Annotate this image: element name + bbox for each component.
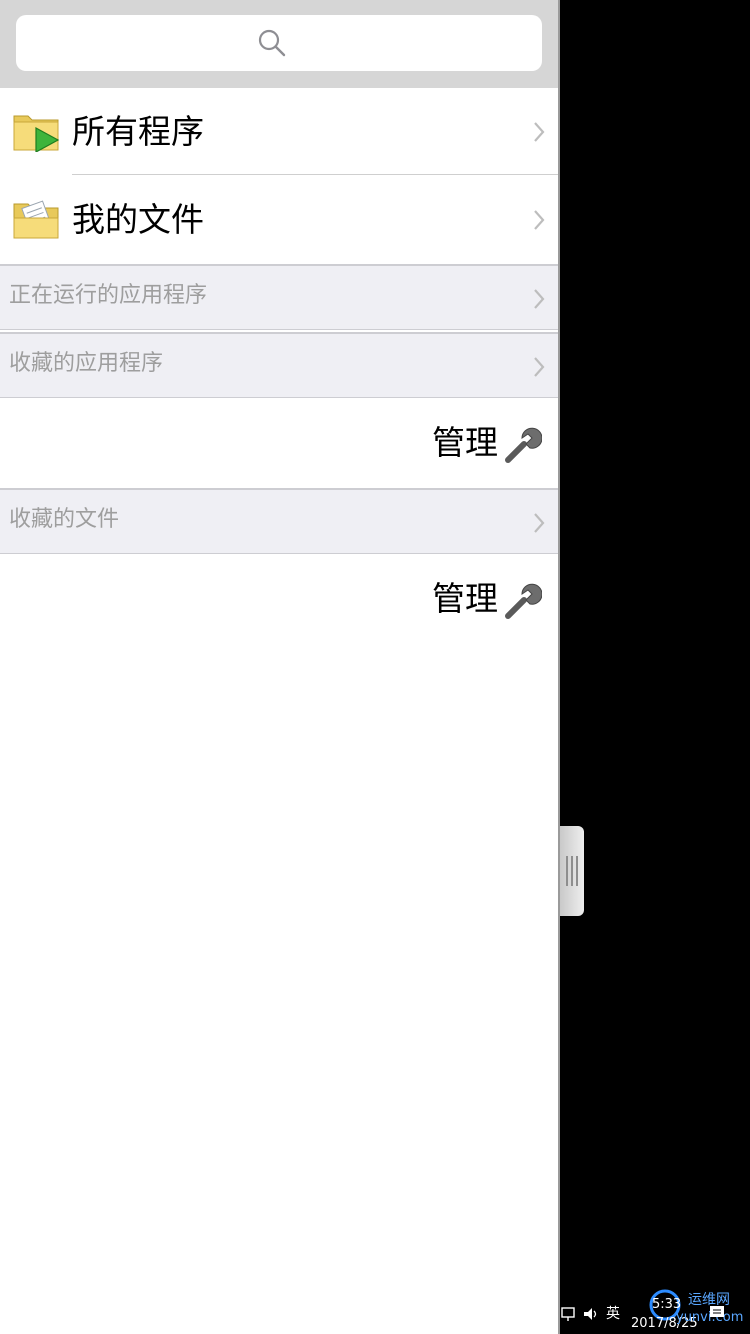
- chevron-right-icon: [534, 513, 545, 533]
- grip-line: [571, 856, 573, 886]
- manage-label: 管理: [432, 579, 498, 618]
- all-programs-label: 所有程序: [72, 112, 204, 151]
- chevron-right-icon: [534, 122, 545, 142]
- notification-icon[interactable]: [708, 1303, 726, 1321]
- my-files-item[interactable]: 我的文件: [0, 176, 558, 262]
- search-input[interactable]: [16, 15, 542, 71]
- chevron-right-icon: [534, 210, 545, 230]
- panel-drag-handle[interactable]: [560, 826, 584, 916]
- favorite-files-section[interactable]: 收藏的文件: [0, 488, 558, 554]
- favorite-files-label: 收藏的文件: [9, 507, 120, 532]
- running-apps-section[interactable]: 正在运行的应用程序: [0, 264, 558, 330]
- ime-indicator[interactable]: 英: [606, 1307, 620, 1321]
- all-programs-item[interactable]: 所有程序: [0, 88, 558, 175]
- manage-label: 管理: [432, 423, 498, 462]
- favorite-apps-content: 管理: [0, 398, 558, 488]
- favorite-apps-label: 收藏的应用程序: [9, 351, 164, 376]
- chevron-right-icon: [534, 289, 545, 309]
- search-bar: [0, 0, 558, 89]
- chevron-right-icon: [534, 357, 545, 377]
- wrench-icon: [505, 427, 542, 463]
- favorite-files-content: 管理: [0, 554, 558, 644]
- manage-favorite-apps-button[interactable]: 管理: [422, 424, 542, 464]
- running-apps-label: 正在运行的应用程序: [9, 283, 208, 308]
- network-icon[interactable]: [560, 1306, 576, 1322]
- grip-line: [566, 856, 568, 886]
- my-files-label: 我的文件: [72, 200, 204, 239]
- wrench-icon: [505, 583, 542, 619]
- folder-play-icon: [13, 115, 60, 152]
- favorite-apps-section[interactable]: 收藏的应用程序: [0, 332, 558, 398]
- manage-favorite-files-button[interactable]: 管理: [422, 580, 542, 620]
- volume-icon[interactable]: [582, 1306, 600, 1322]
- search-icon: [258, 29, 286, 57]
- row-divider: [72, 174, 558, 175]
- start-panel: 所有程序 我的文件 正在运行的应用程序 收藏的应用程序 管理 收藏的文件 管理: [0, 0, 560, 1334]
- folder-documents-icon: [13, 200, 59, 239]
- grip-line: [576, 856, 578, 886]
